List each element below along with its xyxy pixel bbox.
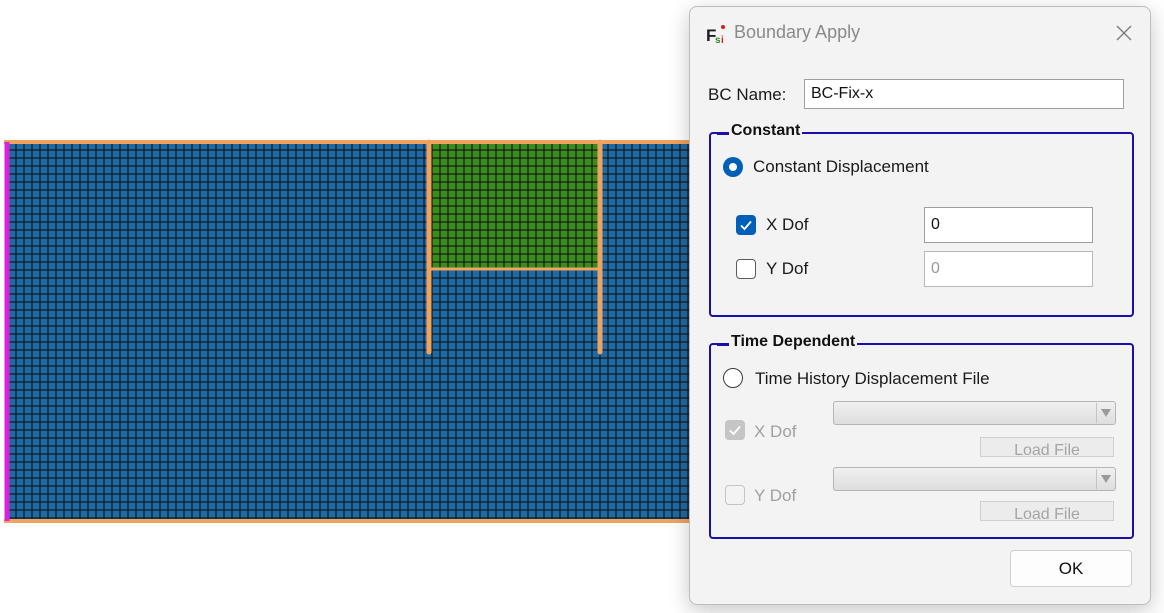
chevron-down-icon	[1096, 403, 1114, 423]
time-x-dof-label: X Dof	[754, 422, 797, 441]
time-x-dof-checkbox[interactable]	[725, 420, 745, 440]
ok-button[interactable]: OK	[1010, 550, 1132, 587]
bc-name-label: BC Name:	[708, 85, 787, 104]
constant-y-dof-input[interactable]	[924, 251, 1093, 287]
time-history-radio[interactable]	[723, 368, 743, 388]
constant-group-legend: Constant	[716, 122, 803, 140]
checkmark-icon	[740, 220, 752, 231]
svg-text:i: i	[721, 35, 724, 45]
close-icon	[1116, 25, 1132, 41]
constant-x-dof-label: X Dof	[766, 215, 809, 234]
mesh-grid	[8, 142, 700, 521]
constant-y-dof-checkbox[interactable]	[736, 259, 756, 279]
constant-displacement-radio[interactable]	[723, 157, 743, 177]
time-y-dof-load-file-button[interactable]: Load File	[980, 501, 1114, 521]
dialog-titlebar[interactable]: F s i Boundary Apply	[690, 7, 1150, 59]
checkmark-icon	[729, 425, 741, 436]
time-x-dof-file-select[interactable]	[833, 401, 1116, 425]
time-history-label: Time History Displacement File	[755, 369, 990, 388]
bc-name-input[interactable]	[804, 79, 1124, 109]
time-y-dof-checkbox[interactable]	[725, 485, 745, 505]
close-button[interactable]	[1106, 17, 1142, 49]
constant-x-dof-input[interactable]	[924, 207, 1093, 243]
constant-x-dof-checkbox[interactable]	[736, 215, 756, 235]
boundary-apply-dialog: F s i Boundary Apply BC Name: Constant C…	[689, 6, 1151, 605]
time-y-dof-label: Y Dof	[754, 486, 797, 505]
time-dependent-group-legend: Time Dependent	[716, 333, 858, 351]
constant-displacement-label: Constant Displacement	[753, 157, 929, 176]
time-x-dof-load-file-button[interactable]: Load File	[980, 437, 1114, 457]
time-y-dof-file-select[interactable]	[833, 467, 1116, 491]
mesh-viewport[interactable]	[0, 0, 700, 613]
chevron-down-icon	[1096, 469, 1114, 489]
dialog-title: Boundary Apply	[734, 22, 861, 42]
constant-y-dof-label: Y Dof	[766, 259, 809, 278]
fssi-app-icon: F s i	[706, 25, 725, 45]
